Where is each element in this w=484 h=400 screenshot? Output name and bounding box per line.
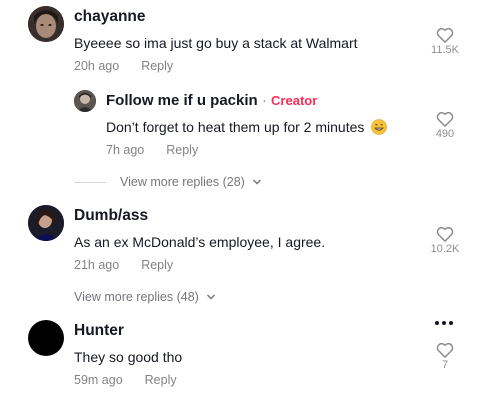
reply-meta: 7h ago Reply xyxy=(106,143,198,157)
chevron-down-icon xyxy=(253,179,262,185)
comment-text: Byeeee so ima just go buy a stack at Wal… xyxy=(74,35,358,51)
reply-button[interactable]: Reply xyxy=(141,258,173,272)
view-more-replies-button[interactable]: View more replies (28) xyxy=(120,175,262,189)
like-count: 7 xyxy=(441,359,449,371)
comment-text: As an ex McDonald’s employee, I agree. xyxy=(74,234,326,250)
heart-outline-icon xyxy=(436,342,454,358)
more-options-icon[interactable] xyxy=(434,313,454,331)
avatar-photo xyxy=(28,6,64,42)
view-more-replies-button[interactable]: View more replies (48) xyxy=(74,290,216,304)
like-button[interactable]: 11.5K xyxy=(425,27,465,56)
reply-text-row: Don’t forget to heat them up for 2 minut… xyxy=(106,119,388,138)
comment-meta: 21h ago Reply xyxy=(74,258,173,272)
heart-outline-icon xyxy=(436,111,454,127)
comment-text: They so good tho xyxy=(74,349,183,365)
reply-timestamp: 7h ago xyxy=(106,143,145,157)
reply-button[interactable]: Reply xyxy=(166,143,198,157)
replies-divider xyxy=(74,182,106,183)
avatar-photo xyxy=(28,205,64,241)
comment-timestamp: 20h ago xyxy=(74,59,120,73)
comment-username[interactable]: Hunter xyxy=(74,322,124,340)
avatar[interactable] xyxy=(74,90,96,112)
separator-dot: · xyxy=(261,92,267,109)
view-more-label: View more replies (48) xyxy=(74,290,199,304)
reply-username[interactable]: Follow me if u packin · Creator xyxy=(106,92,317,109)
avatar[interactable] xyxy=(28,320,64,356)
comment-username[interactable]: chayanne xyxy=(74,8,146,26)
heart-outline-icon xyxy=(436,27,454,43)
reply-username-text: Follow me if u packin xyxy=(106,92,258,109)
creator-badge: Creator xyxy=(271,93,318,108)
like-count: 10.2K xyxy=(430,243,460,255)
avatar[interactable] xyxy=(28,6,64,42)
reply-button[interactable]: Reply xyxy=(141,59,173,73)
chevron-down-icon xyxy=(207,294,216,300)
comment-username[interactable]: Dumb/ass xyxy=(74,207,148,225)
grinning-face-emoji xyxy=(371,119,388,138)
like-button[interactable]: 10.2K xyxy=(425,226,465,255)
comment-meta: 20h ago Reply xyxy=(74,59,173,73)
reply-text: Don’t forget to heat them up for 2 minut… xyxy=(106,119,365,135)
comment-timestamp: 59m ago xyxy=(74,373,123,387)
like-count: 490 xyxy=(435,128,455,140)
like-button[interactable]: 7 xyxy=(425,342,465,371)
like-count: 11.5K xyxy=(431,44,459,56)
view-more-label: View more replies (28) xyxy=(120,175,245,189)
avatar-photo xyxy=(74,90,96,112)
reply-button[interactable]: Reply xyxy=(145,373,177,387)
comment-timestamp: 21h ago xyxy=(74,258,120,272)
like-button[interactable]: 490 xyxy=(425,111,465,140)
avatar[interactable] xyxy=(28,205,64,241)
heart-outline-icon xyxy=(436,226,454,242)
comment-meta: 59m ago Reply xyxy=(74,373,177,387)
